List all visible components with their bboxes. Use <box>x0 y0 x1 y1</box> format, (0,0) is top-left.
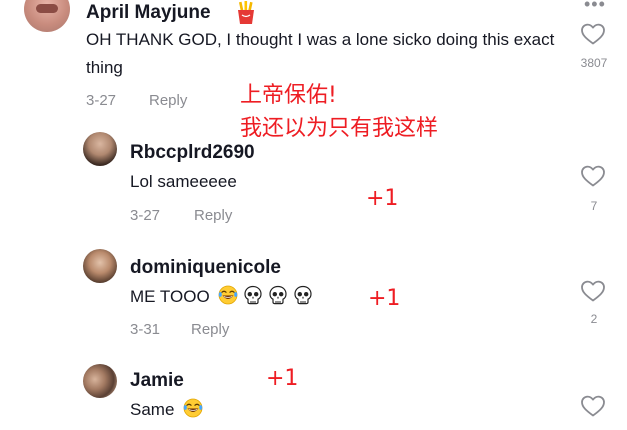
like-count: 3807 <box>580 56 608 70</box>
reply-button[interactable]: Reply <box>191 321 229 338</box>
comment-username[interactable]: Jamie <box>130 370 184 392</box>
skull-emoji <box>268 285 288 305</box>
avatar[interactable] <box>83 364 117 398</box>
like-count: 2 <box>590 312 598 326</box>
heart-icon[interactable] <box>580 22 606 46</box>
comment-emojis <box>218 287 318 306</box>
comment-text-content: ME TOOO <box>130 287 210 306</box>
annotation-plus-one: +1 <box>366 186 399 211</box>
comment-text: Same <box>130 396 208 424</box>
comment-text: Lol sameeeee <box>130 172 237 191</box>
avatar[interactable] <box>24 0 70 32</box>
heart-icon[interactable] <box>580 279 606 303</box>
reply-item: Jamie Same <box>0 360 627 430</box>
reply-item: Rbccplrd2690 Lol sameeeee 3-27 Reply 7 <box>0 130 627 230</box>
skull-emoji <box>293 285 313 305</box>
comment-text: ME TOOO <box>130 283 318 311</box>
comment-username[interactable]: Rbccplrd2690 <box>130 142 255 164</box>
comment-text: OH THANK GOD, I thought I was a lone sic… <box>86 30 555 77</box>
heart-icon[interactable] <box>580 164 606 188</box>
annotation-plus-one: +1 <box>368 286 401 311</box>
avatar[interactable] <box>83 249 117 283</box>
comment-username[interactable]: April Mayjune <box>86 2 211 24</box>
annotation-plus-one: +1 <box>266 366 299 391</box>
laughing-tears-emoji <box>218 285 238 305</box>
heart-icon[interactable] <box>580 394 606 418</box>
ellipsis-icon[interactable]: ••• <box>584 0 606 15</box>
comment-username[interactable]: dominiquenicole <box>130 257 281 279</box>
reply-button[interactable]: Reply <box>194 207 232 224</box>
fries-icon <box>238 1 254 24</box>
comment-text-content: Same <box>130 400 175 419</box>
like-count: 7 <box>590 199 598 213</box>
annotation-text: 上帝保佑! <box>240 83 337 108</box>
skull-emoji <box>243 285 263 305</box>
comment-date: 3-27 <box>130 207 161 224</box>
comment-date: 3-27 <box>86 92 117 109</box>
reply-item: dominiquenicole ME TOOO 3-31 Reply 2 <box>0 247 627 347</box>
comment-date: 3-31 <box>130 321 161 338</box>
avatar[interactable] <box>83 132 117 166</box>
laughing-tears-emoji <box>183 398 203 418</box>
reply-button[interactable]: Reply <box>149 92 187 109</box>
